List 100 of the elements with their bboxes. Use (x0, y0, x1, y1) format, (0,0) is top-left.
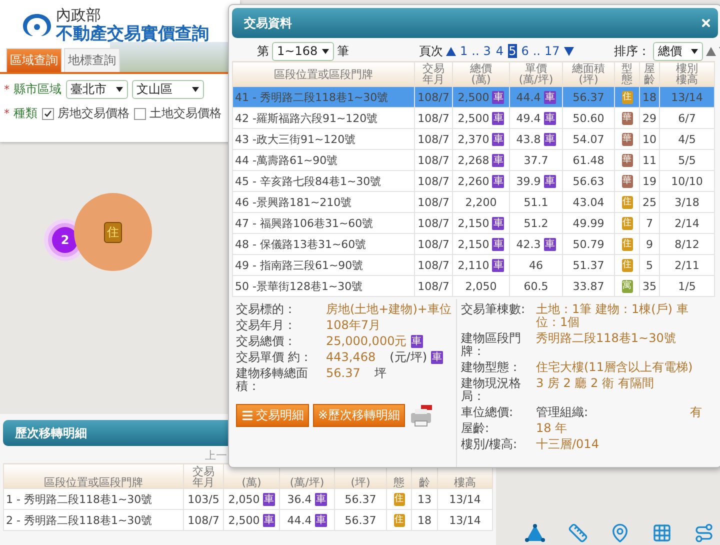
price-text: 2,150 (458, 216, 490, 230)
table-row[interactable]: 1 - 秀明路二段118巷1~30號 103/5 2,050 車 36.4 車 56.37 住 13 13/14 (4, 488, 492, 510)
cluster-marker[interactable]: 2 (52, 227, 78, 253)
type-label: 華 (622, 154, 632, 166)
required-mark: * (4, 107, 10, 120)
table-row[interactable]: 41 - 秀明路二段118巷1~30號 108/7 2,500 車 44.4 車 56.37 住 18 13/14 (232, 86, 714, 108)
parking-badge: 車 (544, 238, 556, 250)
parking-badge: 車 (314, 514, 327, 526)
parking-badge: 車 (492, 90, 504, 104)
pager-text: 上一 (205, 448, 228, 463)
map-pin-icon[interactable] (610, 523, 630, 543)
city-select[interactable]: 臺北市 (66, 80, 128, 99)
printer-icon[interactable] (409, 404, 434, 426)
up-triangle-icon[interactable] (446, 46, 456, 56)
sort-select[interactable]: 總價 (652, 42, 703, 60)
price-text: 2,260 (458, 174, 490, 188)
checkbox[interactable] (42, 108, 54, 120)
price-text: 2,050 (228, 492, 260, 506)
site-title: 不動產交易實價查詢 (56, 24, 209, 44)
unit-text: 坪 (374, 367, 386, 380)
detail-value: 土地：1筆 建物：1棟(戶) 車位：1個 (536, 303, 690, 329)
close-icon[interactable] (700, 17, 712, 29)
column-header: 交易年月 (414, 62, 452, 86)
parking-badge: 車 (544, 132, 556, 146)
detail-label: 建物移轉總面積： (236, 367, 309, 393)
unit-price-text: 51.2 (524, 216, 548, 230)
parking-badge: 車 (544, 90, 556, 104)
page-link[interactable]: 1 (459, 44, 469, 58)
page-link[interactable]: 6 (520, 44, 530, 58)
column-header: 交易年月 (184, 464, 224, 488)
price-text: 2,500 (228, 514, 260, 526)
price-text: 2,200 (465, 196, 497, 208)
parking-badge: 車 (431, 351, 444, 364)
page-link[interactable]: 3 (482, 44, 492, 58)
table-row[interactable]: 45 - 辛亥路七段84巷1~30號 108/7 2,260 車 39.9 車 56.63 華 19 10/10 (232, 170, 714, 192)
ruler-icon[interactable] (568, 523, 588, 543)
detail-label: 車位總價: (461, 406, 514, 419)
field-label: 種類 (14, 105, 38, 122)
district-select[interactable]: 文山區 (132, 80, 204, 99)
grid-icon[interactable] (652, 523, 672, 543)
price-text: 2,500 (458, 90, 490, 104)
price-text: 2,150 (458, 238, 490, 250)
parking-badge: 車 (492, 258, 504, 272)
table-row[interactable]: 48 - 保儀路13巷31~60號 108/7 2,150 車 42.3 車 50.79 住 9 8/12 (232, 234, 714, 254)
table-row[interactable]: 49 - 指南路三段61~90號 108/7 2,110 車 46 51.37 住 5 2/11 (232, 254, 714, 276)
type-label: 華 (622, 112, 632, 124)
detail-label: 建物現況格局： (461, 377, 522, 403)
type-label: 住 (394, 514, 404, 526)
sort-ascending-icon[interactable] (706, 46, 716, 56)
polygon-icon[interactable] (524, 523, 546, 543)
parking-badge: 車 (314, 492, 327, 506)
parking-badge: 車 (262, 492, 275, 506)
unit-price-text: 42.3 (516, 238, 541, 250)
type-label: 住 (622, 216, 632, 230)
table-row[interactable]: 50 -景華街128巷1~30號 108/7 2,050 60.5 33.87 寓 35 1/5 (232, 276, 714, 296)
detail-value: 住宅大樓(11層含以上有電梯) (536, 361, 693, 374)
caret-icon (192, 87, 198, 92)
column-header: 區段位置或區段門牌 (4, 464, 184, 488)
tab[interactable]: 地標查詢 (64, 48, 120, 72)
detail-value: 秀明路二段118巷1~30號 (536, 332, 676, 345)
table-cell: 35 (640, 276, 660, 296)
table-row[interactable]: 42 -羅斯福路六段91~120號 108/7 2,500 車 49.4 車 50.60 華 29 6/7 (232, 108, 714, 128)
table-row[interactable]: 46 -景興路181~210號 108/7 2,200 51.1 43.04 住 25 3/18 (232, 192, 714, 212)
table-row[interactable]: 44 -萬壽路61~90號 108/7 2,268 車 37.7 61.48 華 11 5/5 (232, 150, 714, 170)
table-row[interactable]: 43 -政大三街91~120號 108/7 2,370 車 43.8 車 54.07 華 10 4/5 (232, 128, 714, 150)
table-cell: 108/7 (184, 510, 224, 530)
checkbox-label: 土地交易價格 (150, 105, 222, 122)
detail-label: 管理組織: (536, 406, 588, 419)
parking-badge: 車 (492, 174, 504, 188)
column-header: 區段位置或區段門牌 (232, 62, 414, 86)
detail-value: 443,468 (326, 351, 376, 364)
table-cell: 1/5 (660, 276, 714, 296)
detail-label: 樓別/樓高: (461, 438, 518, 451)
down-triangle-icon[interactable] (564, 46, 574, 56)
route-icon[interactable] (694, 523, 714, 543)
detail-label: 交易筆棟數: (461, 303, 526, 316)
checkbox-label: 房地交易價格 (58, 105, 130, 122)
detail-value: 18 年 (536, 422, 568, 435)
table-row[interactable]: 47 - 福興路106巷31~60號 108/7 2,150 車 51.2 49.99 住 7 2/14 (232, 212, 714, 234)
range-select[interactable]: 1~168 (272, 42, 334, 60)
table-cell: 13/14 (438, 510, 492, 530)
type-label: 華 (622, 174, 632, 188)
unit-price-text: 44.4 (287, 514, 312, 526)
caret-icon (322, 48, 329, 54)
type-label: 住 (622, 196, 632, 208)
parking-badge: 車 (262, 514, 275, 526)
detail-label: 交易年月： (236, 319, 297, 332)
column-header: 屋齡 (640, 62, 660, 86)
page-link[interactable]: 4 (494, 44, 505, 58)
page-link[interactable]: 5 (508, 44, 518, 58)
unit-price-text: 43.8 (516, 132, 541, 146)
list-icon (241, 409, 254, 422)
page-link[interactable]: 17 (543, 44, 561, 58)
unit-price-text: 46 (529, 258, 543, 272)
unit-price-text: 36.4 (287, 492, 312, 506)
checkbox[interactable] (134, 108, 146, 120)
price-text: 2,370 (458, 132, 490, 146)
unit-text: (元/坪) (390, 351, 428, 364)
table-row[interactable]: 2 - 秀明路二段118巷1~30號 108/7 2,500 車 44.4 車 56.37 住 18 13/14 (4, 510, 492, 530)
detail-label: 交易單價 約： (236, 351, 313, 364)
